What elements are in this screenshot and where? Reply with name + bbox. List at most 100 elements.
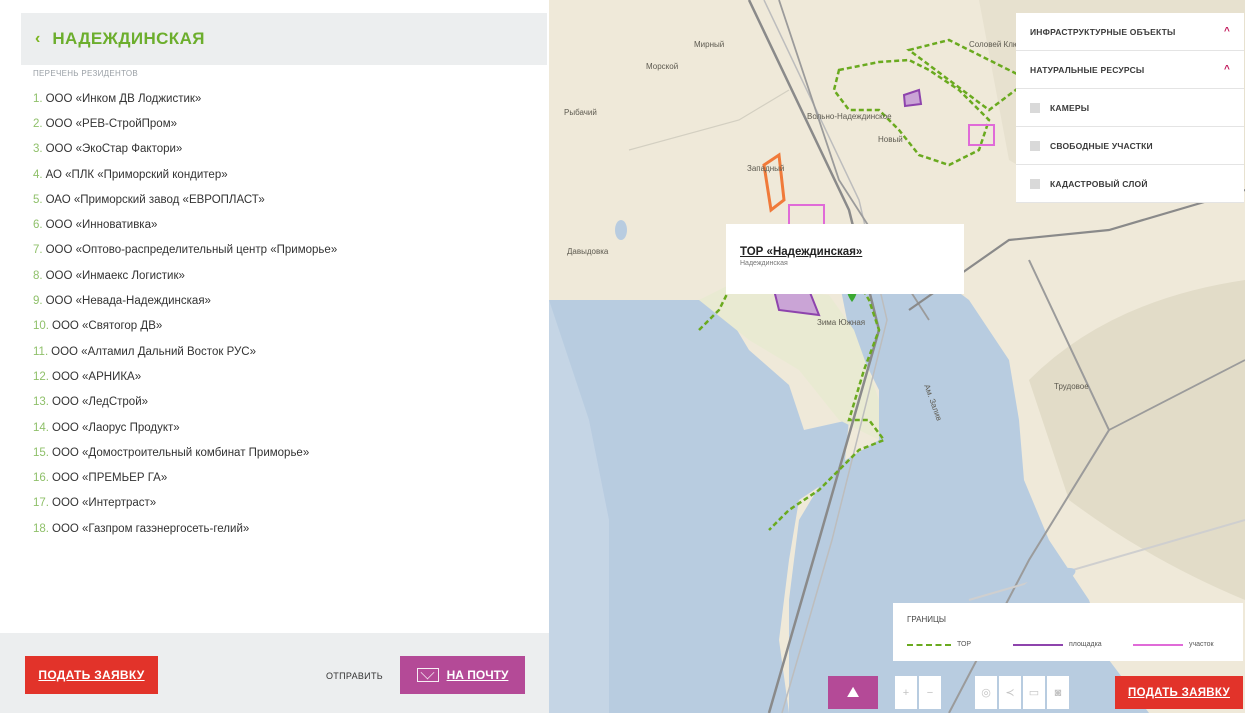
lake-west: [615, 220, 627, 240]
minus-icon: −: [926, 686, 934, 699]
list-item-number: 5.: [33, 193, 43, 206]
share-button[interactable]: ≺: [999, 676, 1021, 709]
map-tool-group: ◎ ≺ ▭ ◙: [975, 676, 1069, 709]
list-item-label: ООО «Невада-Надеждинская»: [45, 295, 211, 308]
route-tool-button[interactable]: ⛰: [828, 676, 878, 709]
legend-label: площадка: [1069, 641, 1102, 648]
list-item[interactable]: 10. ООО «Святогор ДВ»: [33, 314, 533, 339]
layers-panel: ИНФРАСТРУКТУРНЫЕ ОБЪЕКТЫ ^ НАТУРАЛЬНЫЕ Р…: [1016, 13, 1244, 203]
zoom-in-button[interactable]: +: [895, 676, 917, 709]
layer-cameras[interactable]: КАМЕРЫ: [1016, 89, 1244, 127]
line-icon: [1133, 643, 1183, 646]
road-west: [628, 89, 790, 151]
chevron-up-icon[interactable]: ^: [1224, 26, 1230, 37]
map-label: Морской: [646, 62, 679, 71]
list-item-number: 13.: [33, 396, 49, 409]
list-item[interactable]: 12. ООО «АРНИКА»: [33, 364, 533, 389]
list-item[interactable]: 17. ООО «Интертраст»: [33, 491, 533, 516]
list-item[interactable]: 2. ООО «РЕВ-СтройПром»: [33, 111, 533, 136]
layer-cadastral[interactable]: КАДАСТРОВЫЙ СЛОЙ: [1016, 165, 1244, 203]
list-item[interactable]: 1. ООО «Инком ДВ Лоджистик»: [33, 86, 533, 111]
legend-title: ГРАНИЦЫ: [907, 615, 946, 624]
list-item-number: 4.: [33, 168, 43, 181]
map-legend: ГРАНИЦЫ ТОР площадка участок: [893, 603, 1243, 661]
list-item-number: 15.: [33, 446, 49, 459]
layer-natural[interactable]: НАТУРАЛЬНЫЕ РЕСУРСЫ ^: [1016, 51, 1244, 89]
layer-label: СВОБОДНЫЕ УЧАСТКИ: [1050, 140, 1153, 151]
residents-panel: ‹ НАДЕЖДИНСКАЯ ПЕРЕЧЕНЬ РЕЗИДЕНТОВ 1. ООО…: [0, 0, 549, 713]
list-item-label: ООО «Святогор ДВ»: [52, 320, 163, 333]
page-title: НАДЕЖДИНСКАЯ: [52, 29, 205, 48]
list-item-label: ООО «РЕВ-СтройПром»: [45, 117, 178, 130]
list-item-number: 14.: [33, 421, 49, 434]
list-item[interactable]: 14. ООО «Лаорус Продукт»: [33, 415, 533, 440]
map-label: Давыдовка: [567, 247, 609, 256]
layer-free-plots[interactable]: СВОБОДНЫЕ УЧАСТКИ: [1016, 127, 1244, 165]
list-item-number: 10.: [33, 320, 49, 333]
list-item-number: 1.: [33, 92, 43, 105]
layer-label: КАДАСТРОВЫЙ СЛОЙ: [1050, 178, 1148, 189]
list-item-number: 17.: [33, 497, 49, 510]
send-email-label: НА ПОЧТУ: [446, 668, 509, 682]
list-caption: ПЕРЕЧЕНЬ РЕЗИДЕНТОВ: [33, 69, 139, 78]
list-item[interactable]: 8. ООО «Инмаекс Логистик»: [33, 263, 533, 288]
list-item[interactable]: 15. ООО «Домостроительный комбинат Примор…: [33, 440, 533, 465]
list-item-number: 18.: [33, 522, 49, 535]
measure-button[interactable]: ▭: [1023, 676, 1045, 709]
list-item[interactable]: 3. ООО «ЭкоСтар Фактори»: [33, 137, 533, 162]
map-label: Вольно-Надеждинское: [807, 112, 892, 121]
send-email-button[interactable]: НА ПОЧТУ: [400, 656, 525, 694]
route-icon: ⛰: [846, 684, 860, 701]
popup-title[interactable]: ТОР «Надеждинская»: [740, 246, 964, 258]
list-item[interactable]: 4. АО «ПЛК «Приморский кондитер»: [33, 162, 533, 187]
list-item[interactable]: 13. ООО «ЛедСтрой»: [33, 390, 533, 415]
list-item[interactable]: 16. ООО «ПРЕМЬЕР ГА»: [33, 465, 533, 490]
camera-icon: ◙: [1054, 686, 1062, 699]
plus-icon: +: [902, 686, 910, 699]
ruler-icon: ▭: [1028, 687, 1040, 699]
legend-label: ТОР: [957, 641, 972, 648]
list-item[interactable]: 9. ООО «Невада-Надеждинская»: [33, 288, 533, 313]
list-item-number: 8.: [33, 269, 43, 282]
list-item-label: ООО «Инмаекс Логистик»: [45, 269, 185, 282]
checkbox[interactable]: [1030, 178, 1040, 189]
layer-label: КАМЕРЫ: [1050, 102, 1090, 113]
share-icon: ≺: [1005, 687, 1015, 699]
chevron-up-icon[interactable]: ^: [1224, 64, 1230, 75]
list-item-number: 9.: [33, 295, 43, 308]
list-item-label: ООО «Инновативка»: [45, 219, 158, 232]
zoom-controls: + −: [895, 676, 941, 709]
mail-icon: [416, 668, 439, 682]
screenshot-button[interactable]: ◙: [1047, 676, 1069, 709]
list-item-label: ООО «АРНИКА»: [52, 370, 142, 383]
resident-list: 1. ООО «Инком ДВ Лоджистик» 2. ООО «РЕВ-Стр…: [33, 86, 533, 541]
list-item[interactable]: 5. ОАО «Приморский завод «ЕВРОПЛАСТ»: [33, 187, 533, 212]
map-apply-button[interactable]: ПОДАТЬ ЗАЯВКУ: [1115, 676, 1243, 709]
legend-item-tor: ТОР: [907, 641, 971, 648]
list-item-label: АО «ПЛК «Приморский кондитер»: [45, 168, 228, 181]
locate-button[interactable]: ◎: [975, 676, 997, 709]
list-item-label: ООО «Интертраст»: [52, 497, 157, 510]
list-item-label: ООО «ПРЕМЬЕР ГА»: [52, 472, 168, 485]
list-item[interactable]: 11. ООО «Алтамил Дальний Восток РУС»: [33, 339, 533, 364]
target-icon: ◎: [981, 687, 991, 699]
site-area-2: [902, 88, 923, 108]
layer-infrastructure[interactable]: ИНФРАСТРУКТУРНЫЕ ОБЪЕКТЫ ^: [1016, 13, 1244, 51]
checkbox[interactable]: [1030, 140, 1040, 151]
list-item[interactable]: 18. ООО «Газпром газэнергосеть-гелий»: [33, 516, 533, 541]
send-label: ОТПРАВИТЬ: [326, 671, 383, 681]
list-item-label: ООО «Алтамил Дальний Восток РУС»: [51, 345, 256, 358]
apply-button[interactable]: ПОДАТЬ ЗАЯВКУ: [25, 656, 158, 694]
chevron-left-icon[interactable]: ‹: [35, 30, 40, 48]
list-item-number: 7.: [33, 244, 43, 257]
list-item-number: 6.: [33, 219, 43, 232]
list-item[interactable]: 7. ООО «Оптово-распределительный центр «П…: [33, 238, 533, 263]
list-item-number: 12.: [33, 370, 49, 383]
legend-item-plot: участок: [1133, 641, 1214, 648]
list-item[interactable]: 6. ООО «Инновативка»: [33, 212, 533, 237]
list-item-label: ООО «Лаорус Продукт»: [52, 421, 180, 434]
dashed-line-icon: [907, 643, 951, 646]
zoom-out-button[interactable]: −: [919, 676, 941, 709]
checkbox[interactable]: [1030, 102, 1040, 113]
list-item-label: ООО «ЭкоСтар Фактори»: [45, 143, 183, 156]
